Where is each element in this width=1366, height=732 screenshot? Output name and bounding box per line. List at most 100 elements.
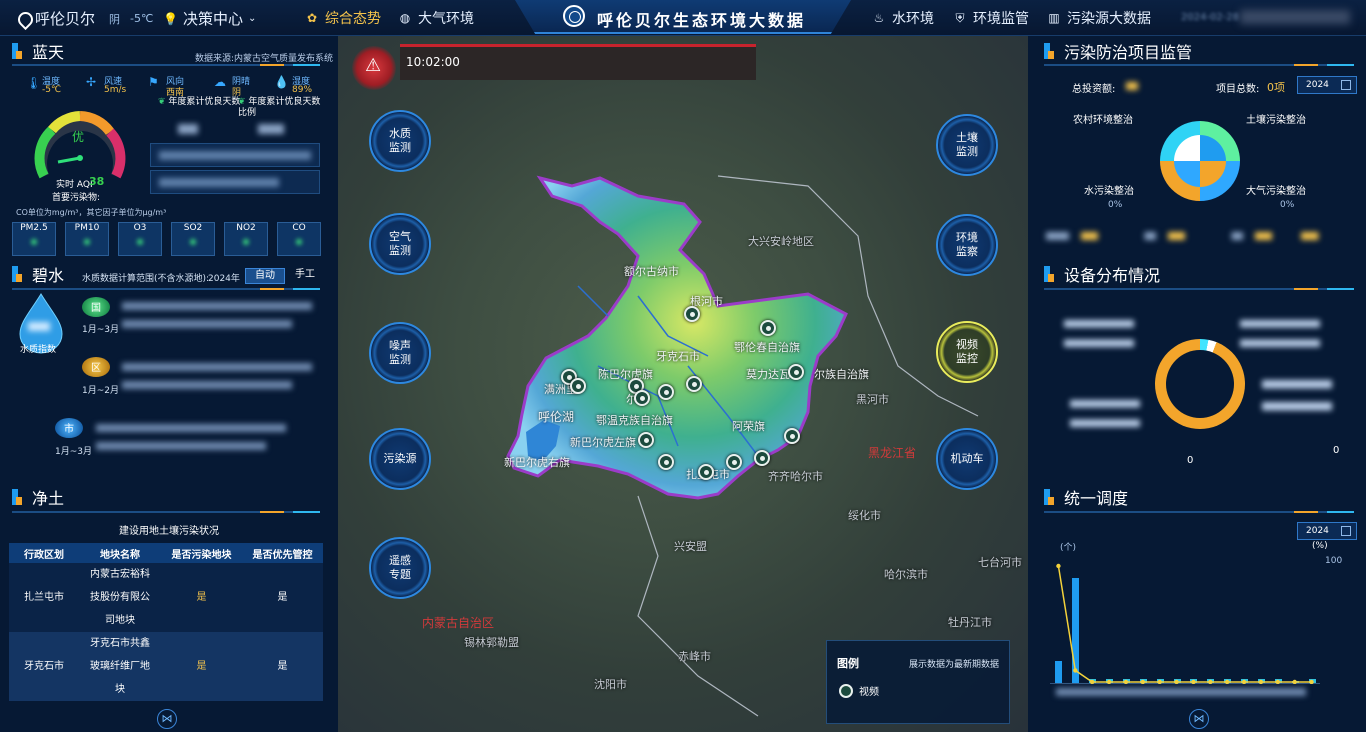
device-distribution-donut — [1155, 339, 1245, 429]
video-marker[interactable] — [658, 454, 674, 470]
dispatch-line-point[interactable] — [1258, 679, 1264, 684]
table-row[interactable]: 扎兰屯市 内蒙古宏裕科 技股份有限公 司地块 是 是 — [9, 563, 323, 632]
badge-city: 市 — [64, 424, 74, 435]
nav-source[interactable]: ▥ 污染源大数据 — [1047, 8, 1151, 28]
section-marker-icon — [1044, 266, 1054, 282]
legend-item-video[interactable]: 视频 — [839, 683, 879, 698]
video-marker[interactable] — [788, 364, 804, 380]
dispatch-line-point[interactable] — [1073, 668, 1078, 673]
cloud-icon: ☁ — [214, 75, 226, 89]
aqi-gauge — [34, 111, 126, 179]
water-index-label: 水质指数 — [20, 345, 57, 355]
btn-water-quality[interactable]: 水质监测 — [369, 110, 431, 172]
btn-soil-monitor[interactable]: 土壤监测 — [936, 114, 998, 176]
aqi-value: 38 — [89, 175, 105, 188]
water-icon: ♨ — [873, 11, 885, 25]
dispatch-line-point[interactable] — [1106, 679, 1112, 684]
video-marker[interactable] — [698, 464, 714, 480]
btn-remote-sensing[interactable]: 遥感专题 — [369, 537, 431, 599]
pollutant-pm25[interactable]: PM2.5 ● — [12, 222, 56, 256]
section-sky-header: 蓝天 — [12, 39, 64, 63]
collapse-right-icon[interactable]: ⋈ — [1189, 709, 1209, 729]
dispatch-year-picker[interactable]: 2024 — [1297, 522, 1357, 540]
btn-pollution-source[interactable]: 污染源 — [369, 428, 431, 490]
dispatch-line-point[interactable] — [1157, 679, 1162, 684]
btn-air-monitor[interactable]: 空气监测 — [369, 213, 431, 275]
cluster-icon: ✿ — [306, 11, 318, 25]
btn-video-monitor[interactable]: 视频监控 — [936, 321, 998, 383]
video-marker[interactable] — [726, 454, 742, 470]
nav-monitor[interactable]: ⛨ 环境监管 — [953, 8, 1029, 28]
aqi-label: 实时 AQI — [56, 180, 93, 190]
dispatch-line-point[interactable] — [1174, 679, 1179, 684]
nav-air[interactable]: ◍ 大气环境 — [398, 8, 474, 28]
unit-note: CO单位为mg/m³，其它因子单位为μg/m³ — [16, 208, 167, 217]
annual-days-text: 年度累计优良天数 — [168, 97, 241, 107]
video-marker[interactable] — [684, 306, 700, 322]
map-view[interactable]: ⚠ 10:02:00 水质监测 空气监测 噪声监测 污染源 遥感专题 土壤监测 … — [338, 36, 1028, 732]
bulb-icon: 💡 — [163, 11, 178, 26]
stat-wind-value: 5m/s — [104, 85, 127, 95]
place-label: 沈阳市 — [594, 678, 627, 691]
place-label: 新巴尔虎右旗 — [504, 456, 570, 469]
place-label: 尔族自治旗 — [814, 368, 869, 381]
col-priority: 是否优先管控 — [242, 543, 323, 563]
dispatch-line-point[interactable] — [1140, 679, 1146, 684]
badge-national: 国 — [91, 303, 101, 314]
info-box-2 — [150, 170, 320, 194]
nav-water[interactable]: ♨ 水环境 — [872, 8, 934, 28]
manual-toggle[interactable]: 手工 — [288, 268, 322, 284]
btn-env-inspection[interactable]: 环境监察 — [936, 214, 998, 276]
video-marker[interactable] — [784, 428, 800, 444]
section-marker-icon — [12, 43, 22, 59]
dispatch-line-point[interactable] — [1241, 679, 1247, 684]
btn-vehicle[interactable]: 机动车 — [936, 428, 998, 490]
video-marker[interactable] — [658, 384, 674, 400]
annual-ratio-text: 年度累计优良天数比例 — [238, 97, 321, 118]
pollutant-o3[interactable]: O3 ● — [118, 222, 162, 256]
page-title: 呼伦贝尔生态环境大数据 — [597, 11, 807, 30]
city-name: 呼伦贝尔 — [35, 10, 96, 28]
national-stat-blurred — [122, 302, 312, 310]
btn-noise-monitor[interactable]: 噪声监测 — [369, 322, 431, 384]
video-marker[interactable] — [634, 390, 650, 406]
collapse-left-icon[interactable]: ⋈ — [157, 709, 177, 729]
video-marker[interactable] — [638, 432, 654, 448]
section-divider — [1044, 64, 1354, 66]
section-dispatch-title: 统一调度 — [1064, 489, 1129, 508]
chevron-down-icon: ⌄ — [247, 13, 257, 24]
dispatch-line-point[interactable] — [1292, 679, 1297, 684]
device-labels-left2-blurred — [1070, 400, 1140, 430]
pollutant-so2[interactable]: SO2 ● — [171, 222, 215, 256]
alarm-icon[interactable]: ⚠ — [352, 46, 396, 90]
dispatch-line-point[interactable] — [1089, 679, 1095, 684]
dispatch-line-point[interactable] — [1224, 679, 1230, 684]
cell-name-line: 司地块 — [105, 615, 135, 626]
pollutant-co[interactable]: CO ● — [277, 222, 321, 256]
dispatch-line-point[interactable] — [1123, 679, 1129, 684]
section-sky-title: 蓝天 — [32, 43, 65, 62]
city-selector[interactable]: 呼伦贝尔 阴 -5℃ — [18, 8, 153, 29]
dispatch-line-point[interactable] — [1056, 563, 1061, 569]
decision-center-menu[interactable]: 💡 决策中心 ⌄ — [163, 8, 256, 29]
section-marker-icon — [1044, 489, 1054, 505]
table-row[interactable]: 牙克石市 牙克石市共鑫 玻璃纤维厂地 块 是 是 — [9, 632, 323, 701]
aqi-grade: 优 — [72, 130, 85, 144]
nav-overview[interactable]: ✿ 综合态势 — [305, 8, 381, 28]
dispatch-line-point[interactable] — [1309, 679, 1314, 684]
dispatch-line-point[interactable] — [1191, 679, 1196, 684]
dispatch-line-point[interactable] — [1208, 679, 1213, 684]
btn-label: 噪声监测 — [389, 339, 411, 366]
dispatch-y-right-unit: (%) — [1312, 541, 1328, 551]
video-marker[interactable] — [754, 450, 770, 466]
video-marker[interactable] — [686, 376, 702, 392]
auto-toggle[interactable]: 自动 — [245, 268, 285, 284]
pollutant-no2[interactable]: NO2 ● — [224, 222, 268, 256]
project-year-picker[interactable]: 2024 — [1297, 76, 1357, 94]
video-marker[interactable] — [570, 378, 586, 394]
place-label: 鄂温克族自治旗 — [596, 414, 673, 427]
video-marker[interactable] — [760, 320, 776, 336]
dispatch-line-point[interactable] — [1275, 679, 1281, 684]
cell-name: 牙克石市共鑫 玻璃纤维厂地 块 — [79, 632, 161, 701]
pollutant-pm10[interactable]: PM10 ● — [65, 222, 109, 256]
